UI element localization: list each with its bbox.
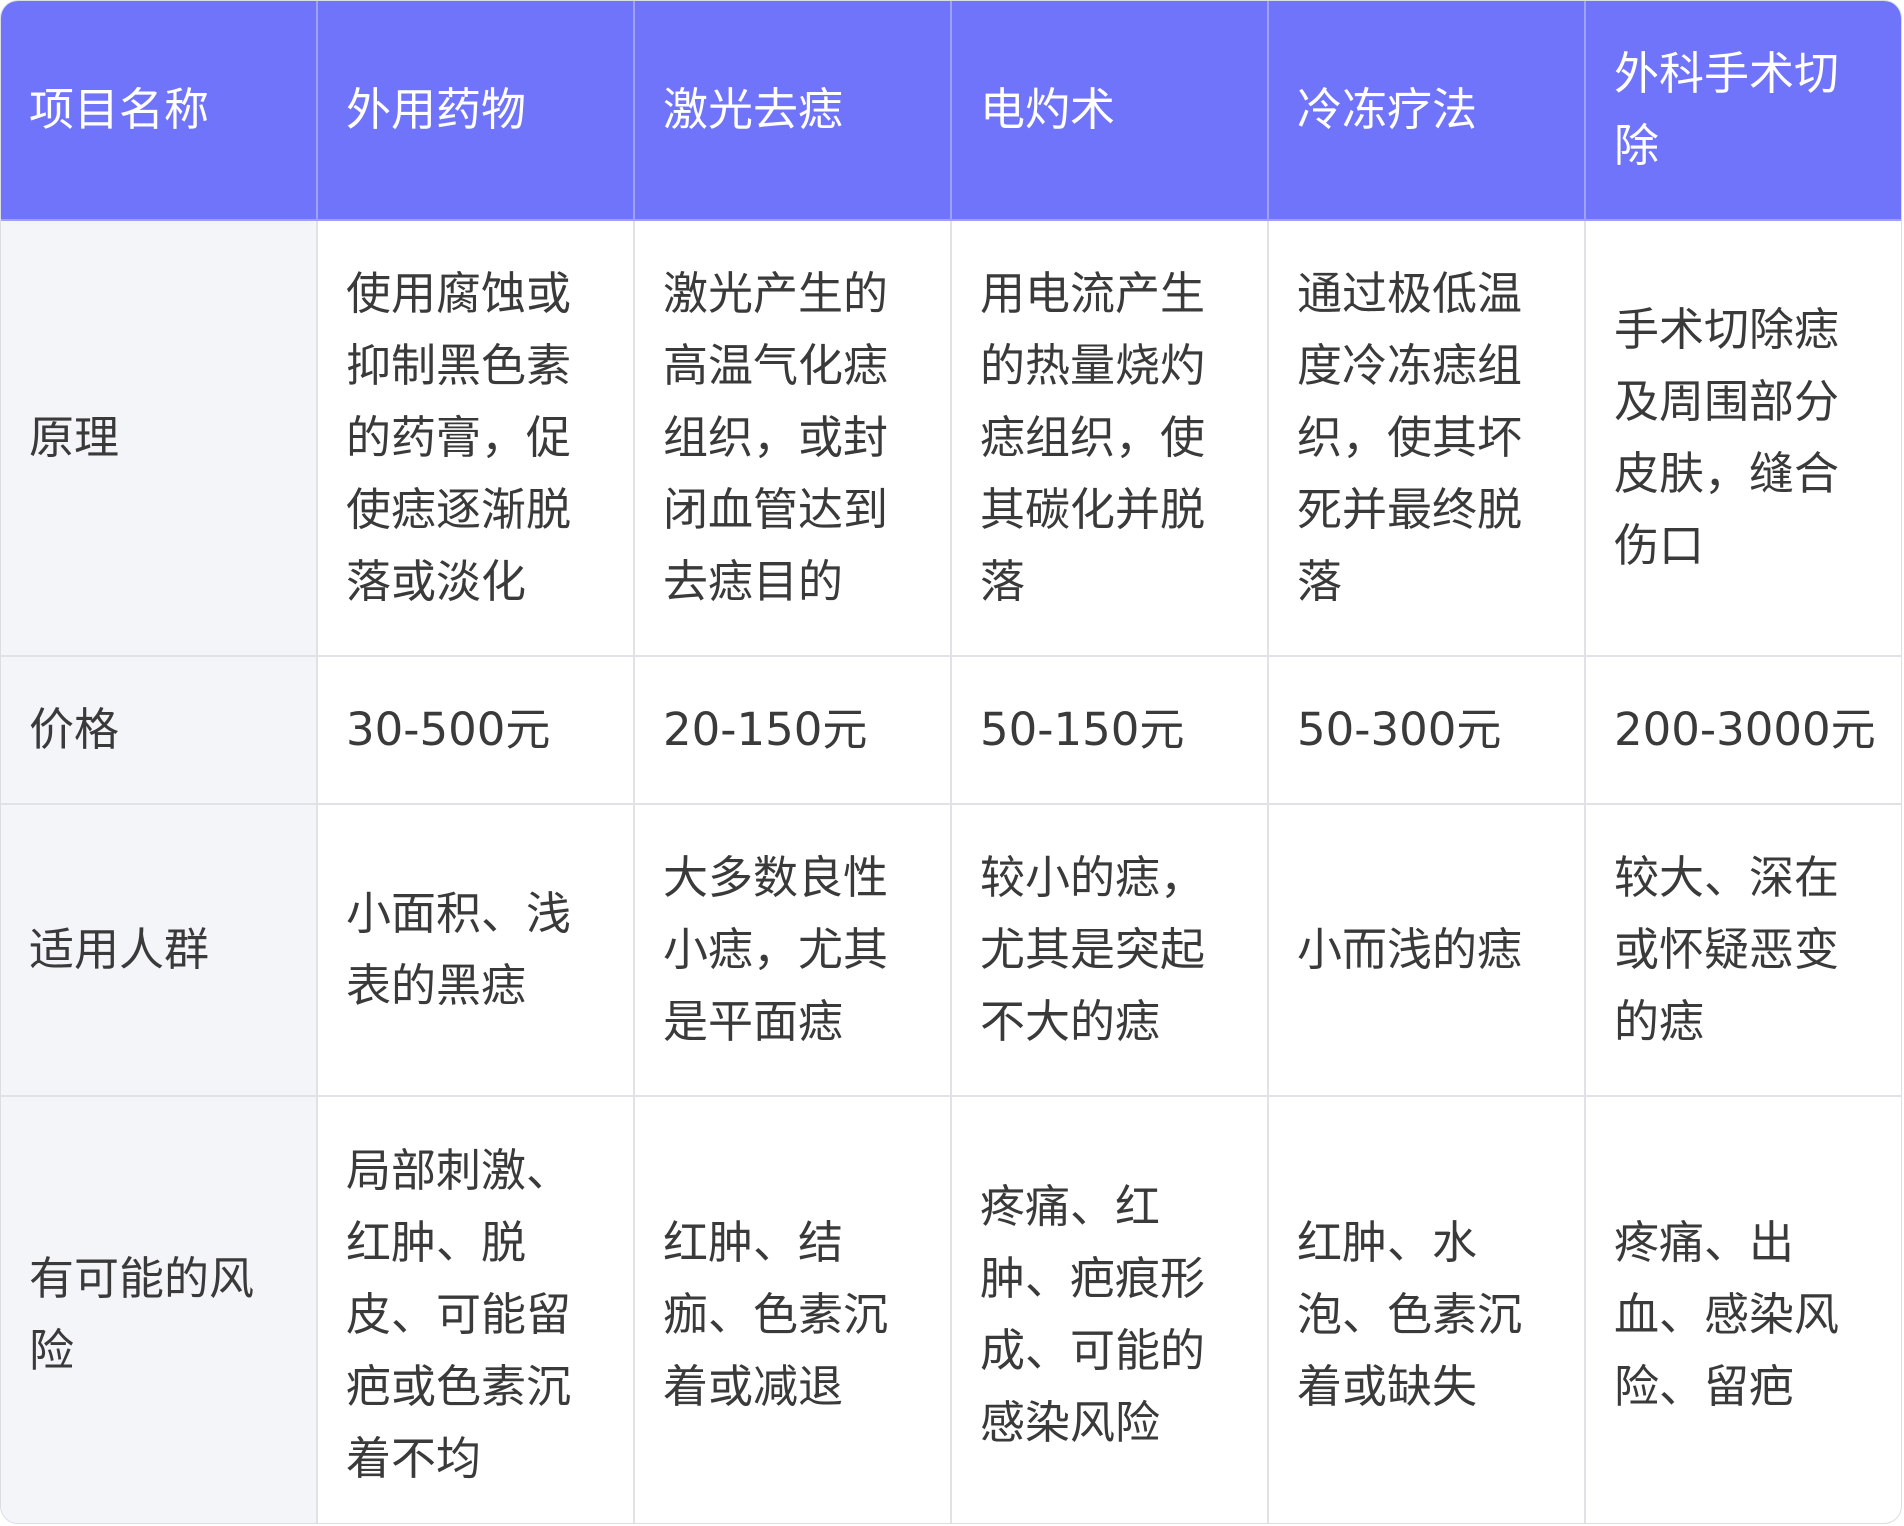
table-cell: 50-300元	[1267, 655, 1586, 805]
header-electrocautery: 电灼术	[950, 1, 1269, 221]
header-topical-medication: 外用药物	[316, 1, 635, 221]
table-cell: 小而浅的痣	[1267, 803, 1586, 1097]
table-row-principle: 原理 使用腐蚀或抑制黑色素的药膏，促使痣逐渐脱落或淡化 激光产生的高温气化痣组织…	[1, 219, 1901, 657]
table-cell: 红肿、结痂、色素沉着或减退	[633, 1095, 952, 1523]
table-cell: 30-500元	[316, 655, 635, 805]
row-label: 价格	[1, 655, 318, 805]
table-cell: 使用腐蚀或抑制黑色素的药膏，促使痣逐渐脱落或淡化	[316, 219, 635, 657]
row-label: 适用人群	[1, 803, 318, 1097]
header-surgical-excision: 外科手术切除	[1584, 1, 1901, 221]
table-cell: 疼痛、红肿、疤痕形成、可能的感染风险	[950, 1095, 1269, 1523]
table-cell: 红肿、水泡、色素沉着或缺失	[1267, 1095, 1586, 1523]
table-row-audience: 适用人群 小面积、浅表的黑痣 大多数良性小痣，尤其是平面痣 较小的痣，尤其是突起…	[1, 803, 1901, 1097]
table-cell: 通过极低温度冷冻痣组织，使其坏死并最终脱落	[1267, 219, 1586, 657]
header-cryotherapy: 冷冻疗法	[1267, 1, 1586, 221]
table-cell: 疼痛、出血、感染风险、留疤	[1584, 1095, 1901, 1523]
table-cell: 手术切除痣及周围部分皮肤，缝合伤口	[1584, 219, 1901, 657]
table-row-risks: 有可能的风险 局部刺激、红肿、脱皮、可能留疤或色素沉着不均 红肿、结痂、色素沉着…	[1, 1095, 1901, 1523]
table-cell: 激光产生的高温气化痣组织，或封闭血管达到去痣目的	[633, 219, 952, 657]
table-cell: 大多数良性小痣，尤其是平面痣	[633, 803, 952, 1097]
table-cell: 20-150元	[633, 655, 952, 805]
table-cell: 局部刺激、红肿、脱皮、可能留疤或色素沉着不均	[316, 1095, 635, 1523]
row-label: 原理	[1, 219, 318, 657]
table-cell: 较小的痣，尤其是突起不大的痣	[950, 803, 1269, 1097]
table-cell: 小面积、浅表的黑痣	[316, 803, 635, 1097]
header-laser-removal: 激光去痣	[633, 1, 952, 221]
table-cell: 50-150元	[950, 655, 1269, 805]
header-item-name: 项目名称	[1, 1, 318, 221]
row-label: 有可能的风险	[1, 1095, 318, 1523]
comparison-table-container: 项目名称 外用药物 激光去痣 电灼术 冷冻疗法 外科手术切除 原理 使用腐蚀或抑…	[0, 0, 1902, 1524]
mole-removal-comparison-table: 项目名称 外用药物 激光去痣 电灼术 冷冻疗法 外科手术切除 原理 使用腐蚀或抑…	[1, 1, 1901, 1523]
table-cell: 用电流产生的热量烧灼痣组织，使其碳化并脱落	[950, 219, 1269, 657]
header-row: 项目名称 外用药物 激光去痣 电灼术 冷冻疗法 外科手术切除	[1, 1, 1901, 221]
table-cell: 较大、深在或怀疑恶变的痣	[1584, 803, 1901, 1097]
table-row-price: 价格 30-500元 20-150元 50-150元 50-300元 200-3…	[1, 655, 1901, 805]
table-cell: 200-3000元	[1584, 655, 1901, 805]
